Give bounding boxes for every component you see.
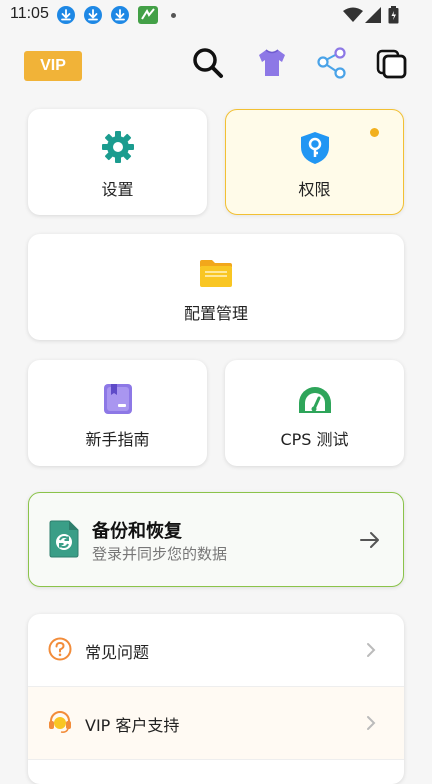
permissions-label: 权限 [298, 180, 331, 199]
search-icon[interactable] [191, 46, 225, 80]
notification-dot [370, 128, 379, 137]
download-icon [84, 6, 102, 24]
copy-icon[interactable] [375, 46, 409, 80]
permissions-tile[interactable]: 权限 [225, 109, 404, 215]
download-icon [57, 6, 75, 24]
status-time: 11:05 [10, 5, 49, 22]
divider [28, 759, 404, 760]
cps-test-tile[interactable]: CPS 测试 [225, 360, 404, 466]
backup-restore-card[interactable]: 备份和恢复 登录并同步您的数据 [28, 492, 404, 587]
status-bar: 11:05 [0, 0, 432, 30]
notification-dot [171, 13, 176, 18]
download-icon [111, 6, 129, 24]
list-item-faq[interactable]: 常见问题 [28, 614, 404, 686]
cps-test-label: CPS 测试 [280, 430, 349, 449]
faq-label: 常见问题 [85, 643, 150, 662]
battery-icon [388, 6, 399, 24]
backup-subtitle: 登录并同步您的数据 [92, 545, 228, 563]
tshirt-icon[interactable] [255, 46, 289, 80]
chevron-right-icon [366, 641, 376, 659]
folder-icon [199, 258, 233, 288]
settings-label: 设置 [101, 180, 134, 199]
vip-badge[interactable]: VIP [24, 51, 82, 81]
guide-tile[interactable]: 新手指南 [28, 360, 207, 466]
headset-icon [48, 710, 72, 734]
backup-title: 备份和恢复 [92, 521, 182, 542]
help-circle-icon [48, 637, 72, 661]
settings-tile[interactable]: 设置 [28, 109, 207, 215]
guide-label: 新手指南 [85, 430, 150, 449]
gear-icon [101, 130, 135, 164]
vip-support-label: VIP 客户支持 [85, 716, 180, 735]
share-icon[interactable] [315, 46, 349, 80]
chevron-right-icon [366, 714, 376, 732]
app-notification-icon [138, 6, 158, 24]
config-management-label: 配置管理 [183, 304, 248, 323]
wifi-icon [343, 7, 363, 23]
signal-icon [365, 7, 381, 23]
book-icon [103, 383, 133, 415]
speedometer-icon [297, 385, 333, 415]
config-management-tile[interactable]: 配置管理 [28, 234, 404, 340]
sync-document-icon [49, 520, 79, 558]
arrow-right-icon[interactable] [359, 530, 381, 550]
list-item-vip-support[interactable]: VIP 客户支持 [28, 687, 404, 759]
shield-key-icon [299, 131, 331, 165]
help-list: 常见问题 VIP 客户支持 [28, 614, 404, 784]
